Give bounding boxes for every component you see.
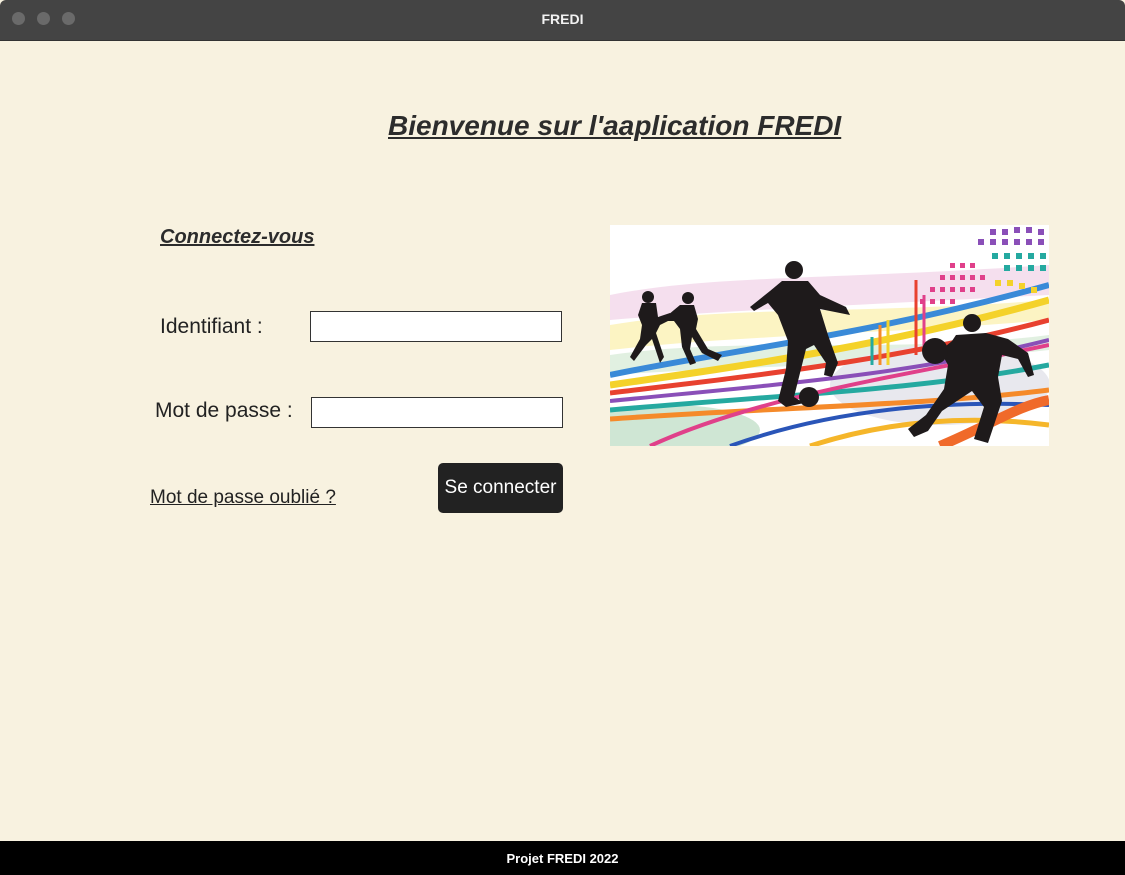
- window-title: FREDI: [541, 11, 584, 27]
- username-input[interactable]: [310, 311, 562, 342]
- forgot-password-link[interactable]: Mot de passe oublié ?: [150, 487, 336, 509]
- password-input[interactable]: [311, 397, 563, 428]
- sports-silhouettes-image: [610, 225, 1049, 446]
- window-titlebar: FREDI: [0, 0, 1125, 41]
- sports-banner-image: [610, 225, 1049, 446]
- username-label: Identifiant :: [160, 315, 263, 338]
- login-section-title: Connectez-vous: [160, 226, 315, 248]
- page-title: Bienvenue sur l'aaplication FREDI: [388, 110, 842, 141]
- footer-text: Projet FREDI 2022: [506, 851, 619, 866]
- footer: Projet FREDI 2022: [0, 841, 1125, 875]
- login-button[interactable]: Se connecter: [438, 463, 563, 513]
- password-label: Mot de passe :: [155, 399, 293, 422]
